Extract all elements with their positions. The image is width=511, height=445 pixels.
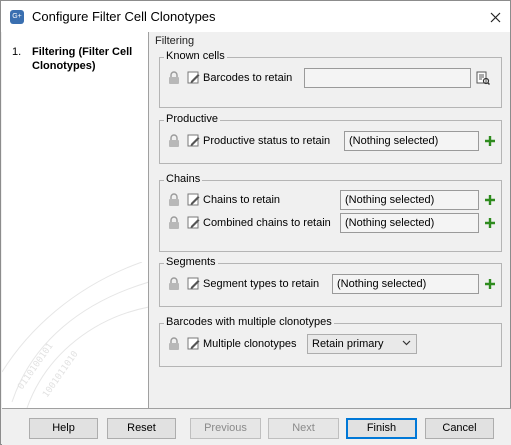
cancel-button[interactable]: Cancel (425, 418, 494, 439)
productive-group: Productive Productive status to retain (… (159, 113, 502, 164)
productive-status-field[interactable]: (Nothing selected) (344, 131, 479, 151)
chevron-down-icon (402, 340, 411, 346)
help-button[interactable]: Help (29, 418, 98, 439)
group-title: Barcodes with multiple clonotypes (164, 316, 334, 329)
chains-field[interactable]: (Nothing selected) (340, 190, 479, 210)
pencil-icon[interactable] (187, 134, 200, 147)
pencil-icon[interactable] (187, 193, 200, 206)
lock-icon[interactable] (168, 337, 180, 351)
productive-status-label: Productive status to retain (203, 135, 331, 147)
segment-types-row: Segment types to retain (Nothing selecte… (168, 274, 498, 294)
pencil-icon[interactable] (187, 216, 200, 229)
step-label: Filtering (Filter Cell Clonotypes) (32, 46, 133, 72)
steps-panel: 1. Filtering (Filter Cell Clonotypes) 01… (2, 32, 149, 408)
group-title: Known cells (164, 50, 227, 63)
segment-types-field[interactable]: (Nothing selected) (332, 274, 479, 294)
productive-status-row: Productive status to retain (Nothing sel… (168, 131, 498, 151)
dialog-window: G+ Configure Filter Cell Clonotypes 1. F… (0, 0, 511, 445)
group-title: Productive (164, 113, 220, 126)
group-title: Chains (164, 173, 203, 186)
lock-icon[interactable] (168, 216, 180, 230)
multiple-clonotypes-label: Multiple clonotypes (203, 338, 297, 350)
known-cells-group: Known cells Barcodes to retain (159, 50, 502, 108)
previous-button[interactable]: Previous (190, 418, 261, 439)
lock-icon[interactable] (168, 134, 180, 148)
plus-icon[interactable] (484, 135, 496, 147)
title-bar: G+ Configure Filter Cell Clonotypes (1, 1, 510, 32)
helix-watermark: 0110100101 1001011010 (2, 262, 148, 408)
next-button[interactable]: Next (268, 418, 339, 439)
pencil-icon[interactable] (187, 337, 200, 350)
selected-option: Retain primary (312, 338, 384, 350)
panel-title: Filtering (155, 35, 195, 47)
multiple-clonotypes-group: Barcodes with multiple clonotypes Multip… (159, 316, 502, 367)
close-icon (490, 12, 500, 23)
multiple-clonotypes-select[interactable]: Retain primary (307, 334, 417, 354)
barcodes-label: Barcodes to retain (203, 72, 293, 84)
chains-label: Chains to retain (203, 194, 281, 206)
combined-chains-row: Combined chains to retain (Nothing selec… (168, 213, 498, 233)
barcodes-field[interactable] (304, 68, 471, 88)
lock-icon[interactable] (168, 193, 180, 207)
lock-icon[interactable] (168, 71, 180, 85)
close-button[interactable] (480, 1, 510, 32)
window-title: Configure Filter Cell Clonotypes (32, 9, 216, 24)
combined-chains-label: Combined chains to retain (203, 217, 331, 229)
combined-chains-field[interactable]: (Nothing selected) (340, 213, 479, 233)
pencil-icon[interactable] (187, 277, 200, 290)
button-bar: Help Reset Previous Next Finish Cancel (2, 408, 511, 445)
app-icon: G+ (10, 10, 24, 24)
multiple-clonotypes-row: Multiple clonotypes Retain primary (168, 334, 498, 354)
finish-button[interactable]: Finish (346, 418, 417, 439)
pencil-icon[interactable] (187, 71, 200, 84)
segments-group: Segments Segment types to retain (Nothin… (159, 256, 502, 307)
plus-icon[interactable] (484, 217, 496, 229)
plus-icon[interactable] (484, 278, 496, 290)
browse-file-icon[interactable] (476, 71, 490, 85)
reset-button[interactable]: Reset (107, 418, 176, 439)
barcodes-row: Barcodes to retain (168, 68, 498, 88)
filtering-panel: Filtering Known cells Barcodes to retain (150, 32, 510, 408)
step-number: 1. (12, 46, 22, 58)
lock-icon[interactable] (168, 277, 180, 291)
chains-group: Chains Chains to retain (Nothing selecte… (159, 173, 502, 252)
group-title: Segments (164, 256, 218, 269)
plus-icon[interactable] (484, 194, 496, 206)
segment-types-label: Segment types to retain (203, 278, 320, 290)
chains-row: Chains to retain (Nothing selected) (168, 190, 498, 210)
